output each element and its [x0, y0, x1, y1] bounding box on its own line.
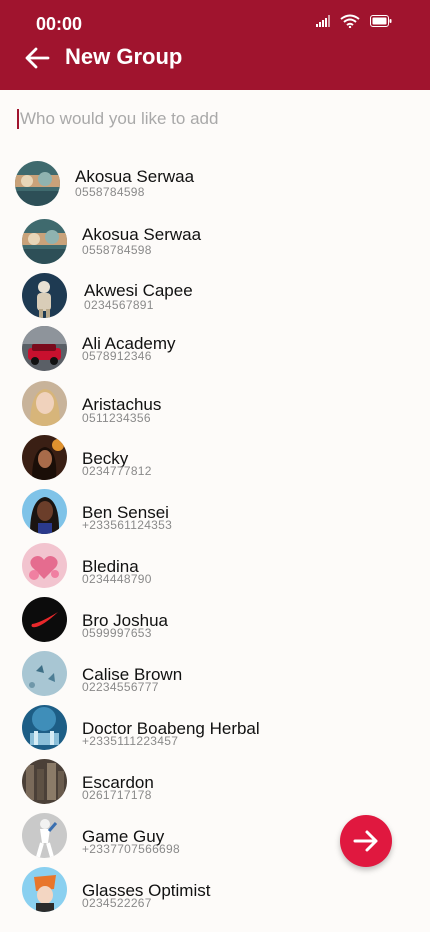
contact-phone: 0234522267	[82, 896, 152, 910]
avatar	[22, 489, 67, 534]
avatar	[22, 435, 67, 480]
contact-phone: 02234556777	[82, 680, 159, 694]
list-item[interactable]: Escardon 0261717178	[0, 756, 430, 810]
contact-phone: 0234448790	[82, 572, 152, 586]
list-item[interactable]: Glasses Optimist 0234522267	[0, 864, 430, 918]
contact-phone: 0558784598	[82, 243, 152, 257]
list-item[interactable]: Ali Academy 0578912346	[0, 324, 430, 378]
page-title: New Group	[65, 44, 183, 69]
contact-phone: +2335111223457	[82, 734, 179, 748]
avatar	[15, 161, 60, 206]
contact-phone: +2337707566698	[82, 842, 180, 856]
next-button[interactable]	[340, 815, 392, 867]
list-item[interactable]: Ben Sensei +233561124353	[0, 486, 430, 540]
avatar	[22, 326, 67, 371]
avatar	[22, 273, 67, 318]
contact-name: Akosua Serwaa	[75, 167, 195, 186]
battery-icon	[370, 15, 392, 27]
contact-phone: 0578912346	[82, 349, 152, 363]
contact-phone: 0558784598	[75, 185, 145, 199]
arrow-right-icon	[353, 830, 378, 852]
avatar	[22, 219, 67, 264]
list-item[interactable]: Becky 0234777812	[0, 432, 430, 486]
avatar	[22, 597, 67, 642]
contact-phone: 0599997653	[82, 626, 152, 640]
contact-phone: 0511234356	[82, 411, 151, 425]
app-bar: 00:00 New Group	[0, 0, 430, 90]
list-item[interactable]: Akosua Serwaa 0558784598	[0, 216, 430, 270]
back-button[interactable]	[22, 44, 52, 72]
wifi-icon	[340, 14, 360, 28]
list-item[interactable]: Aristachus 0511234356	[0, 378, 430, 432]
list-item[interactable]: Akwesi Capee 0234567891	[0, 270, 430, 324]
contact-phone: 0261717178	[82, 788, 152, 802]
list-item[interactable]: Bro Joshua 0599997653	[0, 594, 430, 648]
search-input[interactable]	[20, 105, 400, 133]
avatar	[22, 705, 67, 750]
contact-phone: 0234777812	[82, 464, 152, 478]
signal-icon	[316, 15, 330, 27]
text-cursor	[17, 109, 19, 129]
contact-phone: +233561124353	[82, 518, 173, 532]
list-item[interactable]: Doctor Boabeng Herbal +2335111223457	[0, 702, 430, 756]
search-bar[interactable]	[16, 105, 414, 133]
arrow-left-icon	[25, 47, 50, 69]
contact-phone: 0234567891	[84, 298, 154, 312]
avatar	[22, 543, 67, 588]
avatar	[22, 759, 67, 804]
avatar	[22, 651, 67, 696]
avatar	[22, 813, 67, 858]
avatar	[22, 381, 67, 426]
contact-name: Akosua Serwaa	[82, 225, 202, 244]
status-time: 00:00	[36, 14, 83, 34]
list-item[interactable]: Calise Brown 02234556777	[0, 648, 430, 702]
list-item[interactable]: Bledina 0234448790	[0, 540, 430, 594]
avatar	[22, 867, 67, 912]
list-item[interactable]: Akosua Serwaa 0558784598	[0, 158, 430, 212]
status-icons	[316, 14, 392, 28]
